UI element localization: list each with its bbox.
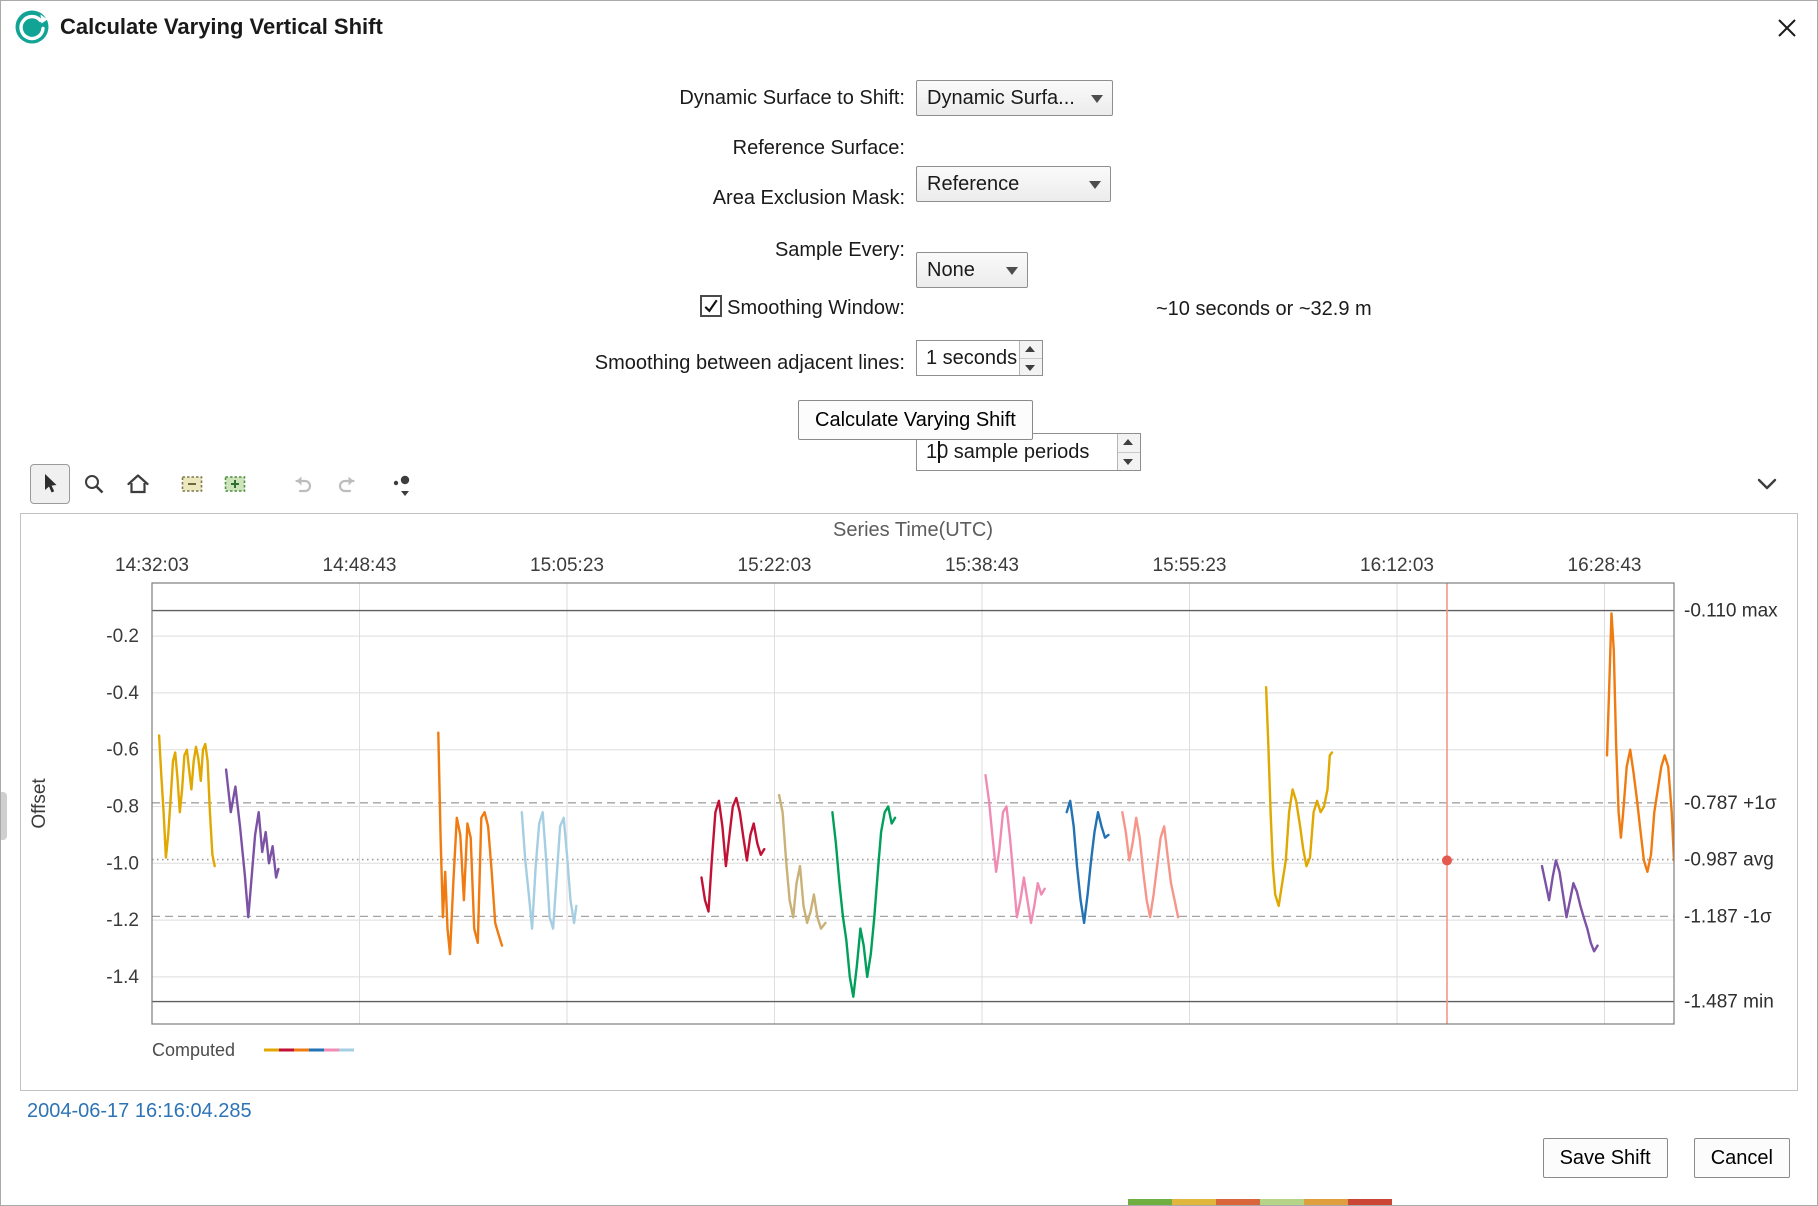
spin-down-icon[interactable]: [1118, 453, 1140, 471]
ref-line-label: -1.187 -1σ: [1684, 906, 1772, 927]
background-window-strip-segment: [1260, 1199, 1304, 1206]
spin-up-icon[interactable]: [1020, 341, 1042, 359]
footer-buttons: Save Shift Cancel: [1543, 1138, 1790, 1178]
dropdown-arrow-icon: [1006, 267, 1018, 275]
pointer-tool-button[interactable]: [30, 464, 70, 504]
caret-down-icon: [401, 491, 409, 496]
dynamic-surface-dropdown[interactable]: Dynamic Surfa...: [916, 80, 1113, 116]
x-tick-label: 15:38:43: [945, 555, 1019, 576]
splitter-handle[interactable]: [0, 792, 7, 840]
redo-icon: [334, 471, 360, 497]
dropdown-arrow-icon: [1091, 95, 1103, 103]
reject-region-tool-button[interactable]: [172, 464, 212, 504]
chevron-down-icon: [1752, 469, 1782, 499]
dots-icon: [388, 470, 416, 498]
reference-surface-label: Reference Surface:: [733, 130, 905, 166]
dialog-titlebar: Calculate Varying Vertical Shift: [0, 0, 1818, 54]
ref-line-label: -1.487 min: [1684, 992, 1774, 1013]
smoothing-window-label: Smoothing Window:: [727, 290, 905, 326]
text-caret: [938, 441, 940, 463]
chart-title: Series Time(UTC): [833, 519, 993, 541]
collapse-chart-chevron[interactable]: [1747, 464, 1787, 504]
sample-every-label: Sample Every:: [775, 232, 905, 268]
background-window-strip: [1128, 1199, 1392, 1206]
cursor-arrow-icon: [37, 471, 63, 497]
x-tick-label: 15:22:03: [738, 555, 812, 576]
reference-surface-value: Reference: [927, 173, 1019, 196]
sample-every-spinner[interactable]: 1 seconds: [916, 340, 1043, 376]
smoothing-window-checkbox[interactable]: [700, 295, 722, 317]
spin-up-icon[interactable]: [1118, 434, 1140, 453]
dashed-region-minus-icon: [179, 471, 205, 497]
y-tick-label: -0.4: [106, 683, 139, 704]
x-tick-label: 14:32:03: [115, 555, 189, 576]
window-title: Calculate Varying Vertical Shift: [60, 0, 383, 54]
dynamic-surface-label: Dynamic Surface to Shift:: [679, 80, 905, 116]
home-icon: [125, 471, 151, 497]
offset-chart[interactable]: Series Time(UTC) 14:32:03 14:48:43 15:05:23…: [21, 514, 1797, 1090]
area-exclusion-mask-value: None: [927, 259, 975, 282]
zoom-tool-button[interactable]: [74, 464, 114, 504]
background-window-strip-segment: [1304, 1199, 1348, 1206]
redo-button[interactable]: [327, 464, 367, 504]
spin-down-icon[interactable]: [1020, 359, 1042, 376]
smoothing-adjacent-label: Smoothing between adjacent lines:: [595, 345, 905, 381]
x-tick-label: 14:48:43: [323, 555, 397, 576]
dropdown-arrow-icon: [1089, 181, 1101, 189]
background-window-strip-segment: [1128, 1199, 1172, 1206]
plot-background: [152, 583, 1674, 1024]
cursor-marker: [1442, 855, 1452, 865]
x-tick-label: 15:55:23: [1153, 555, 1227, 576]
home-view-button[interactable]: [118, 464, 158, 504]
spinner-buttons: [1117, 434, 1140, 470]
y-tick-label: -0.6: [106, 740, 139, 761]
calculate-varying-shift-button[interactable]: Calculate Varying Shift: [798, 400, 1033, 440]
checkbox-check-icon: [702, 297, 720, 315]
background-window-strip-segment: [1216, 1199, 1260, 1206]
x-tick-label: 16:28:43: [1568, 555, 1642, 576]
undo-button[interactable]: [283, 464, 323, 504]
marker-options-button[interactable]: [382, 464, 422, 504]
ref-line-label: -0.787 +1σ: [1684, 793, 1777, 814]
y-tick-label: -1.2: [106, 910, 139, 931]
app-icon: [14, 9, 50, 45]
dashed-region-plus-icon: [222, 471, 248, 497]
background-window-strip-segment: [1172, 1199, 1216, 1206]
chart-panel: Series Time(UTC) 14:32:03 14:48:43 15:05:23…: [20, 513, 1798, 1091]
reference-surface-dropdown[interactable]: Reference: [916, 166, 1111, 202]
cursor-timestamp: 2004-06-17 16:16:04.285: [27, 1100, 252, 1123]
y-tick-label: -1.4: [106, 967, 139, 988]
ref-line-label: -0.110 max: [1684, 601, 1778, 622]
dynamic-surface-value: Dynamic Surfa...: [927, 87, 1075, 110]
background-window-strip-segment: [1348, 1199, 1392, 1206]
magnifier-icon: [81, 471, 107, 497]
undo-icon: [290, 471, 316, 497]
y-tick-label: -0.8: [106, 796, 139, 817]
close-icon[interactable]: [1772, 13, 1802, 43]
ref-line-label: -0.987 avg: [1684, 850, 1774, 871]
y-tick-label: -0.2: [106, 626, 139, 647]
spinner-buttons: [1019, 341, 1042, 375]
y-tick-label: -1.0: [106, 853, 139, 874]
area-exclusion-mask-label: Area Exclusion Mask:: [713, 180, 905, 216]
x-tick-label: 16:12:03: [1360, 555, 1434, 576]
save-shift-button[interactable]: Save Shift: [1543, 1138, 1668, 1178]
cancel-button[interactable]: Cancel: [1694, 1138, 1790, 1178]
x-tick-label: 15:05:23: [530, 555, 604, 576]
area-exclusion-mask-dropdown[interactable]: None: [916, 252, 1028, 288]
y-axis-label: Offset: [29, 778, 50, 829]
legend-label: Computed: [152, 1040, 235, 1060]
accept-region-tool-button[interactable]: [215, 464, 255, 504]
smoothing-window-value: 10 sample periods: [926, 441, 1089, 464]
sample-every-value: 1 seconds: [926, 347, 1017, 370]
smoothing-window-note: ~10 seconds or ~32.9 m: [1156, 290, 1372, 328]
